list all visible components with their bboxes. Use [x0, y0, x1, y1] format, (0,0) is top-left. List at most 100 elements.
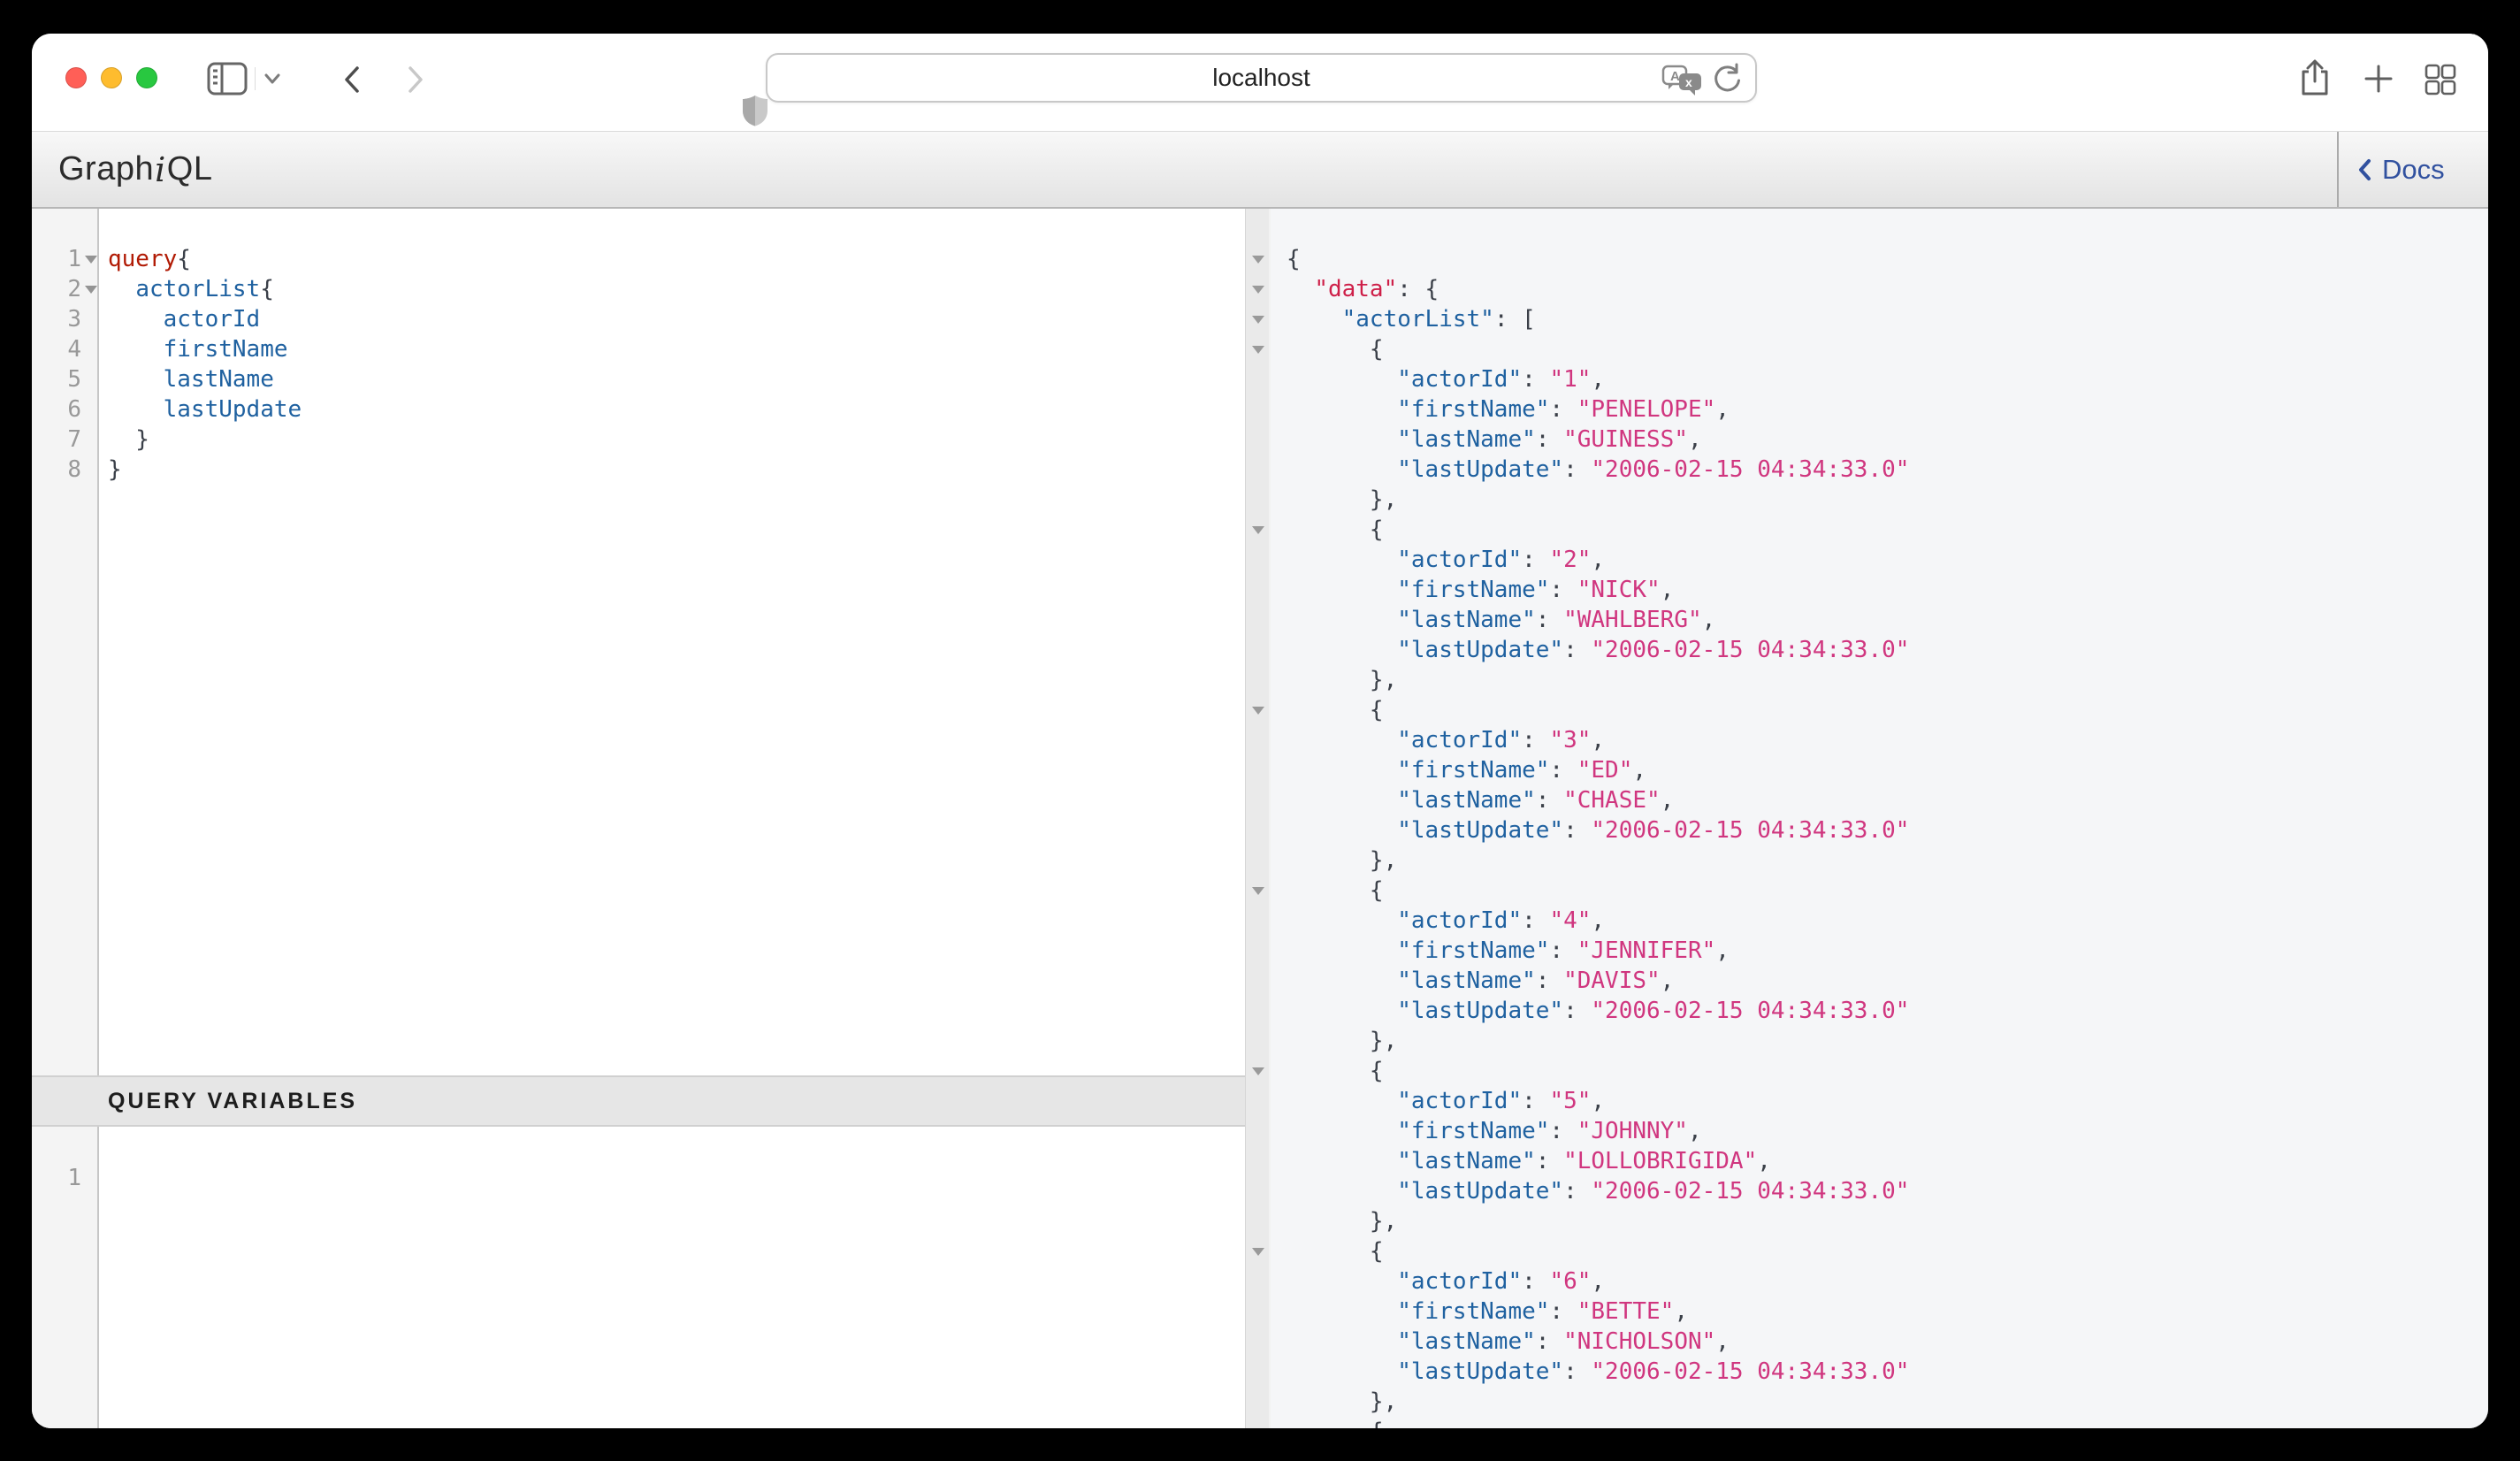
logo-text: Graph	[58, 150, 154, 188]
browser-titlebar: localhost A x	[32, 34, 2488, 131]
line-number: 5	[32, 364, 81, 394]
logo-italic-i: i	[154, 150, 167, 189]
result-line: "lastName": "LOLLOBRIGIDA",	[1246, 1146, 2488, 1176]
query-pane: 1query{2 actorList{3 actorId4 firstName5…	[32, 209, 1245, 1428]
result-line: "lastName": "WAHLBERG",	[1246, 605, 2488, 635]
fold-arrow-icon[interactable]	[1252, 256, 1264, 264]
query-line[interactable]: 7 }	[32, 425, 1245, 455]
sidebar-toggle-icon[interactable]	[207, 62, 248, 96]
result-line: "actorId": "3",	[1246, 725, 2488, 755]
result-line: {	[1246, 334, 2488, 364]
privacy-shield-icon[interactable]	[741, 94, 769, 127]
chevron-left-icon	[2357, 158, 2371, 181]
code-text: lastUpdate	[108, 394, 302, 425]
result-line: "firstName": "BETTE",	[1246, 1297, 2488, 1327]
fold-arrow-icon[interactable]	[1252, 887, 1264, 895]
code-text: }	[108, 455, 122, 485]
query-line[interactable]: 1query{	[32, 244, 1245, 274]
result-line: },	[1246, 1387, 2488, 1417]
result-line: {	[1246, 695, 2488, 725]
fold-arrow-icon[interactable]	[85, 286, 97, 294]
fold-arrow-icon[interactable]	[1252, 346, 1264, 354]
result-line: "actorId": "4",	[1246, 906, 2488, 936]
code-text: firstName	[108, 334, 288, 364]
result-line: "firstName": "PENELOPE",	[1246, 394, 2488, 425]
share-icon[interactable]	[2299, 58, 2331, 97]
forward-icon[interactable]	[407, 65, 424, 94]
fold-arrow-icon[interactable]	[1252, 316, 1264, 324]
result-line: {	[1246, 1056, 2488, 1086]
line-number: 4	[32, 334, 81, 364]
result-line: {	[1246, 515, 2488, 545]
fold-arrow-icon[interactable]	[1252, 1248, 1264, 1256]
fold-arrow-icon[interactable]	[1252, 526, 1264, 534]
result-line: "actorId": "1",	[1246, 364, 2488, 394]
result-line: "lastUpdate": "2006-02-15 04:34:33.0"	[1246, 996, 2488, 1026]
result-line: "lastName": "NICHOLSON",	[1246, 1327, 2488, 1357]
result-line: {	[1246, 876, 2488, 906]
fold-arrow-icon[interactable]	[85, 256, 97, 264]
line-number: 3	[32, 304, 81, 334]
result-line: "lastUpdate": "2006-02-15 04:34:33.0"	[1246, 455, 2488, 485]
result-line: {	[1246, 1417, 2488, 1428]
query-line[interactable]: 8}	[32, 455, 1245, 485]
variables-editor[interactable]: 1	[32, 1127, 1245, 1428]
result-line: "actorList": [	[1246, 304, 2488, 334]
line-number: 2	[32, 274, 81, 304]
result-line: },	[1246, 485, 2488, 515]
result-line: "data": {	[1246, 274, 2488, 304]
result-pane: { "data": { "actorList": [ { "actorId": …	[1245, 209, 2488, 1428]
query-line[interactable]: 6 lastUpdate	[32, 394, 1245, 425]
code-text: actorList{	[108, 274, 274, 304]
result-line: "firstName": "JENNIFER",	[1246, 936, 2488, 966]
query-line[interactable]: 5 lastName	[32, 364, 1245, 394]
code-text: actorId	[108, 304, 260, 334]
docs-link[interactable]: Docs	[2357, 132, 2445, 207]
docs-label: Docs	[2382, 154, 2445, 186]
line-number: 8	[32, 455, 81, 485]
query-line[interactable]: 3 actorId	[32, 304, 1245, 334]
result-line: "lastUpdate": "2006-02-15 04:34:33.0"	[1246, 1357, 2488, 1387]
zoom-window-button[interactable]	[136, 67, 157, 88]
result-line: {	[1246, 1236, 2488, 1266]
code-text: }	[108, 425, 149, 455]
browser-window: localhost A x	[32, 34, 2488, 1428]
back-icon[interactable]	[343, 65, 361, 94]
graphiql-toolbar: GraphiQL PrettifyMergeCopyHistory Docs	[32, 131, 2488, 209]
svg-text:x: x	[1685, 75, 1692, 89]
query-line[interactable]: 2 actorList{	[32, 274, 1245, 304]
minimize-window-button[interactable]	[101, 67, 122, 88]
result-line: },	[1246, 1206, 2488, 1236]
fold-arrow-icon[interactable]	[1252, 286, 1264, 294]
query-line[interactable]: 4 firstName	[32, 334, 1245, 364]
result-line: "firstName": "JOHNNY",	[1246, 1116, 2488, 1146]
fold-arrow-icon[interactable]	[1252, 707, 1264, 715]
line-number: 6	[32, 394, 81, 425]
translate-icon[interactable]: A x	[1661, 62, 1704, 97]
result-line: "lastUpdate": "2006-02-15 04:34:33.0"	[1246, 815, 2488, 845]
address-bar[interactable]: localhost A x	[766, 53, 1757, 103]
query-variables-title: QUERY VARIABLES	[108, 1089, 357, 1114]
result-line: "firstName": "NICK",	[1246, 575, 2488, 605]
variables-line[interactable]: 1	[32, 1163, 1245, 1193]
fold-arrow-icon[interactable]	[1252, 1067, 1264, 1075]
result-line: "lastUpdate": "2006-02-15 04:34:33.0"	[1246, 635, 2488, 665]
line-number: 7	[32, 425, 81, 455]
new-tab-icon[interactable]	[2363, 64, 2394, 94]
line-number: 1	[32, 244, 81, 274]
result-line: {	[1246, 244, 2488, 274]
query-variables-header[interactable]: QUERY VARIABLES	[32, 1075, 1245, 1127]
result-line: "actorId": "5",	[1246, 1086, 2488, 1116]
query-editor[interactable]: 1query{2 actorList{3 actorId4 firstName5…	[32, 209, 1245, 1075]
result-line: "actorId": "2",	[1246, 545, 2488, 575]
tab-overview-icon[interactable]	[2425, 64, 2456, 96]
close-window-button[interactable]	[65, 67, 87, 88]
result-line: "lastUpdate": "2006-02-15 04:34:33.0"	[1246, 1176, 2488, 1206]
reload-icon[interactable]	[1711, 63, 1743, 95]
graphiql-logo: GraphiQL	[58, 132, 212, 207]
result-line: "lastName": "CHASE",	[1246, 785, 2488, 815]
svg-text:A: A	[1670, 69, 1680, 84]
chevron-down-icon[interactable]	[263, 73, 281, 85]
result-line: "firstName": "ED",	[1246, 755, 2488, 785]
code-text: lastName	[108, 364, 274, 394]
